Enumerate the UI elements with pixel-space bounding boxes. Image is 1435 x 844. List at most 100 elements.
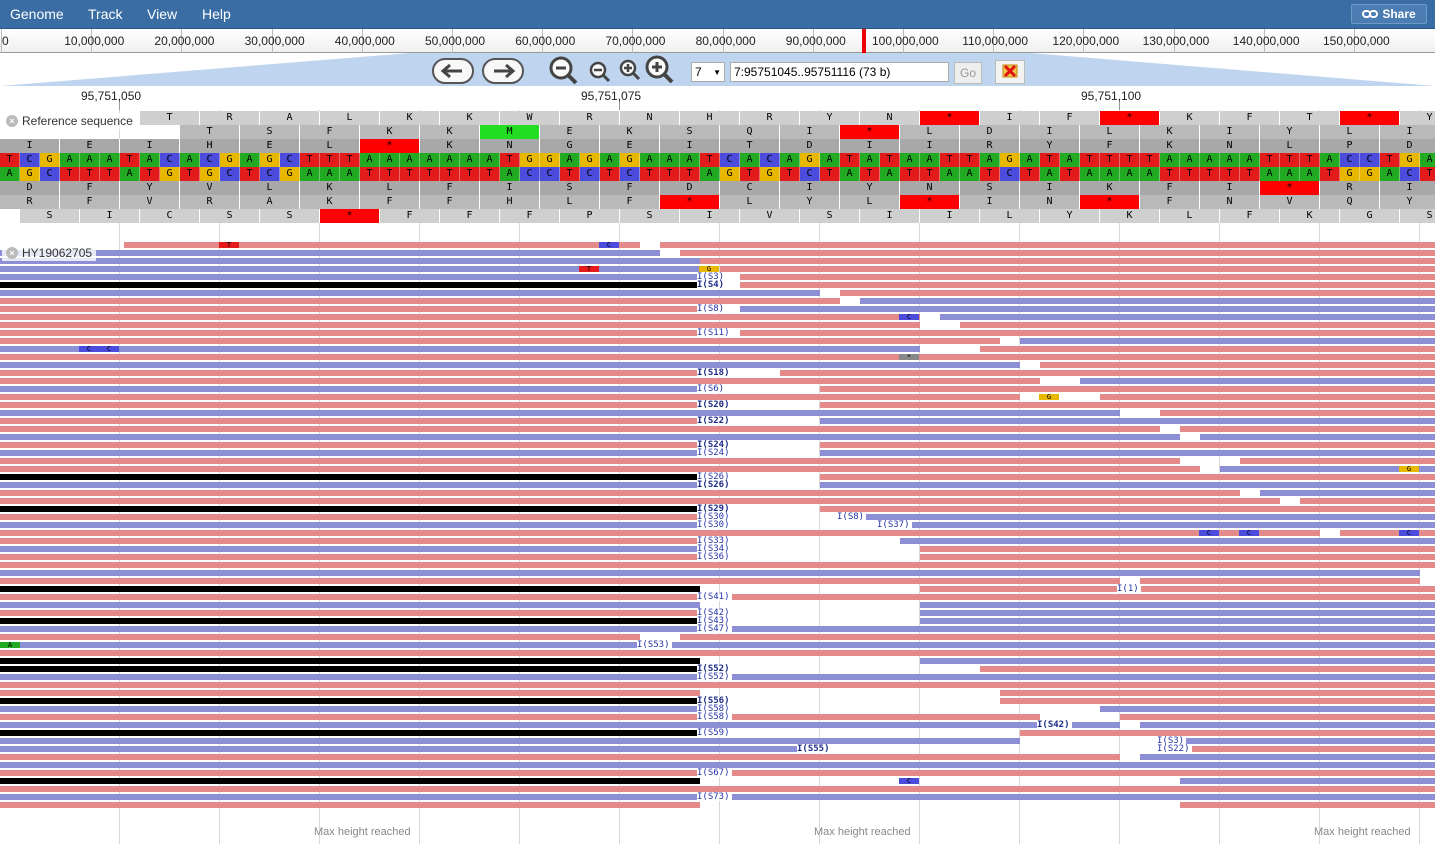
aligned-read[interactable] [0, 554, 700, 560]
aligned-read[interactable] [0, 426, 1160, 432]
pan-left-icon[interactable] [432, 58, 474, 84]
mismatch-base[interactable]: C [1239, 530, 1259, 537]
aligned-read[interactable] [1100, 394, 1435, 400]
aligned-read[interactable] [0, 442, 700, 448]
aligned-read[interactable] [0, 642, 1435, 648]
aligned-read[interactable] [0, 530, 1320, 536]
aligned-read[interactable] [1000, 698, 1435, 704]
softclip-marker[interactable]: I(S6) [697, 385, 727, 394]
aligned-read[interactable] [900, 538, 1435, 544]
aligned-read[interactable] [820, 442, 1435, 448]
aligned-read[interactable] [0, 474, 700, 480]
aligned-read[interactable] [0, 586, 700, 592]
aligned-read[interactable] [124, 242, 640, 248]
aligned-read[interactable] [1160, 738, 1435, 744]
softclip-marker[interactable]: I(S41) [697, 593, 732, 602]
menu-view[interactable]: View [147, 6, 177, 22]
softclip-marker[interactable]: I(S8) [837, 513, 867, 522]
softclip-marker[interactable]: I(S52) [697, 673, 732, 682]
aligned-read[interactable] [840, 290, 1435, 296]
mismatch-base[interactable]: C [99, 346, 119, 353]
aligned-read[interactable] [820, 418, 1435, 424]
aligned-read[interactable] [820, 386, 1435, 392]
aligned-read[interactable] [980, 346, 1435, 352]
mismatch-base[interactable]: G [1399, 466, 1419, 473]
aligned-read[interactable] [820, 482, 1435, 488]
aligned-read[interactable] [740, 330, 1435, 336]
menu-help[interactable]: Help [202, 6, 231, 22]
aligned-read[interactable] [0, 482, 700, 488]
softclip-marker[interactable]: I(S30) [697, 521, 732, 530]
aligned-read[interactable] [0, 506, 700, 512]
close-icon[interactable]: × [6, 115, 18, 127]
mismatch-base[interactable]: C [79, 346, 99, 353]
aligned-read[interactable] [820, 506, 1435, 512]
aligned-read[interactable] [0, 458, 1180, 464]
softclip-marker[interactable]: I(S8) [697, 305, 727, 314]
softclip-marker[interactable]: I(S53) [637, 641, 672, 650]
aligned-read[interactable] [0, 450, 700, 456]
aligned-read[interactable] [0, 706, 700, 712]
aligned-read[interactable] [1000, 354, 1435, 360]
aligned-read[interactable] [680, 634, 1435, 640]
softclip-marker[interactable]: I(S47) [697, 625, 732, 634]
location-input[interactable] [730, 62, 949, 82]
aligned-read[interactable] [0, 538, 700, 544]
aligned-read[interactable] [0, 618, 700, 624]
softclip-marker[interactable]: I(S36) [697, 553, 732, 562]
aligned-read[interactable] [0, 514, 700, 520]
aligned-read[interactable] [920, 658, 1435, 664]
aligned-read[interactable] [0, 666, 700, 672]
softclip-marker[interactable]: I(S37) [877, 521, 912, 530]
aligned-read[interactable] [0, 698, 700, 704]
aligned-read[interactable] [0, 570, 1420, 576]
aligned-read[interactable] [0, 314, 920, 320]
aligned-read[interactable] [1180, 770, 1435, 776]
aligned-read[interactable] [700, 258, 1435, 264]
aligned-read[interactable] [0, 466, 1200, 472]
aligned-read[interactable] [960, 322, 1435, 328]
aligned-read[interactable] [0, 394, 1020, 400]
aligned-read[interactable] [660, 242, 1435, 248]
mismatch-base[interactable]: C [899, 778, 919, 785]
softclip-marker[interactable]: I(S22) [697, 417, 732, 426]
aligned-read[interactable] [0, 610, 700, 616]
aligned-read[interactable] [0, 362, 1020, 368]
mismatch-base[interactable]: T [579, 266, 599, 273]
aligned-read[interactable] [0, 722, 1120, 728]
aligned-read[interactable] [0, 410, 1120, 416]
aligned-read[interactable] [0, 522, 700, 528]
aligned-read[interactable] [1180, 778, 1435, 784]
aligned-read[interactable] [1160, 410, 1435, 416]
softclip-marker[interactable]: I(S42) [1037, 721, 1072, 730]
aligned-read[interactable] [740, 306, 1435, 312]
aligned-read[interactable] [0, 290, 820, 296]
aligned-read[interactable] [0, 754, 1120, 760]
reference-track-label[interactable]: × Reference sequence [2, 113, 137, 129]
aligned-read[interactable] [0, 802, 700, 808]
aligned-read[interactable] [820, 474, 1435, 480]
aligned-read[interactable] [0, 690, 700, 696]
softclip-marker[interactable]: I(S26) [697, 481, 732, 490]
overview-ruler[interactable]: 0 10,000,000 20,000,000 30,000,000 40,000,00… [0, 29, 1435, 53]
aligned-read[interactable] [0, 746, 800, 752]
aligned-read[interactable] [0, 562, 1435, 568]
aligned-read[interactable] [1080, 378, 1435, 384]
softclip-marker[interactable]: I(S55) [797, 745, 832, 754]
aligned-read[interactable] [0, 386, 700, 392]
aligned-read[interactable] [840, 514, 1435, 520]
aligned-read[interactable] [0, 546, 700, 552]
aligned-read[interactable] [0, 250, 660, 256]
aligned-read[interactable] [0, 402, 700, 408]
aligned-read[interactable] [680, 250, 1435, 256]
close-icon[interactable]: × [6, 247, 18, 259]
go-button[interactable]: Go [954, 62, 982, 84]
aligned-read[interactable] [1340, 530, 1435, 536]
aligned-read[interactable] [1040, 362, 1435, 368]
aligned-read[interactable] [0, 330, 700, 336]
aligned-read[interactable] [1100, 706, 1435, 712]
mismatch-base[interactable]: * [899, 354, 919, 361]
softclip-marker[interactable]: I(1) [1117, 585, 1141, 594]
aligned-read[interactable] [0, 306, 700, 312]
softclip-marker[interactable]: I(S11) [697, 329, 732, 338]
